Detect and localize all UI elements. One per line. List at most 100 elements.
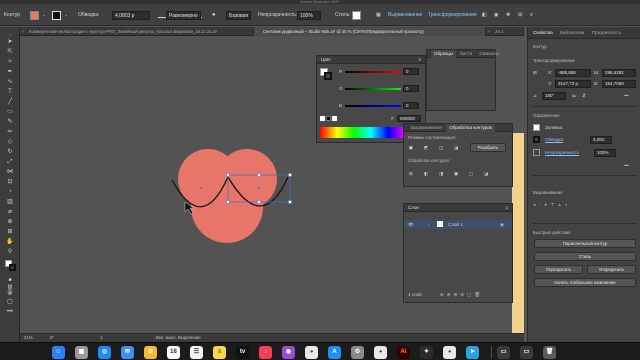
tab-symbols[interactable]: Символы: [476, 50, 501, 58]
shape-builder-icon[interactable]: ◔: [6, 189, 14, 196]
rectangle-tool-icon[interactable]: ▭: [6, 109, 14, 116]
angle-field[interactable]: 180°: [542, 92, 566, 100]
divide-icon[interactable]: ⊞: [409, 171, 413, 177]
paintbrush-tool-icon[interactable]: ✎: [6, 119, 14, 126]
selection-tool-icon[interactable]: ➤: [6, 39, 14, 46]
y-field[interactable]: 3147,73 р: [555, 80, 591, 88]
unite-icon[interactable]: ◼: [409, 145, 413, 151]
intersect-icon[interactable]: ◫: [439, 145, 443, 151]
panel-collapse-icon[interactable]: »: [6, 31, 14, 38]
chrome-icon[interactable]: ◕: [305, 346, 318, 359]
panel-menu-icon[interactable]: ≡: [505, 204, 508, 212]
mail-icon[interactable]: ✉: [121, 346, 134, 359]
tab-document-3[interactable]: × 24.1: [486, 27, 524, 36]
offset-path-button[interactable]: Параллельный контур: [534, 239, 636, 248]
expand-button[interactable]: Разобрать: [470, 143, 506, 152]
fill-swatch-icon[interactable]: [533, 124, 540, 131]
layers-footer-icons[interactable]: ⊕⊗⊞⊕▢🗑: [440, 292, 483, 298]
podcasts-icon[interactable]: ◉: [282, 346, 295, 359]
fill-dropdown-icon[interactable]: ⌄: [42, 11, 46, 20]
layer-name[interactable]: Слой 1: [448, 222, 463, 227]
selection-handle[interactable]: [226, 173, 230, 177]
blend-tool-icon[interactable]: ⊕: [6, 219, 14, 226]
transform-link[interactable]: Трансформирование: [428, 11, 477, 20]
calendar-icon[interactable]: 18: [167, 346, 180, 359]
align-grid-icon[interactable]: ▦: [376, 11, 381, 20]
stroke-dropdown-icon[interactable]: ⌄: [64, 11, 68, 20]
tab-properties[interactable]: Свойства: [533, 30, 553, 35]
telegram-icon[interactable]: ➤: [466, 346, 479, 359]
w-field[interactable]: 296,5282: [602, 69, 636, 77]
direct-selection-icon[interactable]: ⇱: [6, 49, 14, 56]
hex-field[interactable]: 000000: [397, 115, 421, 122]
stroke-color-icon[interactable]: [9, 264, 16, 271]
fill-label[interactable]: Заливка: [545, 125, 562, 130]
pencil-tool-icon[interactable]: ✏: [6, 129, 14, 136]
channel-r-field[interactable]: 0: [403, 68, 419, 75]
channel-b-slider[interactable]: [345, 105, 401, 107]
channel-g-field[interactable]: 0: [403, 85, 419, 92]
free-transform-icon[interactable]: ⊡: [6, 179, 14, 186]
screen-mode-icon[interactable]: ▢: [6, 299, 14, 306]
safari-icon[interactable]: ◎: [98, 346, 111, 359]
more-options-icon[interactable]: •••: [624, 93, 629, 98]
tab-libraries[interactable]: Библиотеки: [560, 30, 584, 35]
target-icon[interactable]: ◉: [500, 222, 504, 228]
anchor-point[interactable]: [200, 187, 202, 189]
tab-document-2[interactable]: × Снеговик дедвалный – Studio Mak.ai* @ …: [254, 27, 486, 36]
minus-front-icon[interactable]: ◩: [424, 145, 428, 151]
merge-icon[interactable]: ◨: [439, 171, 443, 177]
window-icon[interactable]: ▭: [520, 346, 533, 359]
figma-icon[interactable]: ✦: [420, 346, 433, 359]
stroke-color-chip[interactable]: [324, 72, 332, 80]
artboard-tool-icon[interactable]: ⊞: [6, 229, 14, 236]
h-field[interactable]: 154,7069: [602, 80, 636, 88]
stroke-swatch-icon[interactable]: [533, 136, 540, 143]
channel-g-slider[interactable]: [345, 88, 401, 90]
eyedropper-tool-icon[interactable]: ⌀: [6, 209, 14, 216]
document-icon[interactable]: ▭: [497, 346, 510, 359]
magic-wand-icon[interactable]: ✧: [6, 59, 14, 66]
stroke-swatch[interactable]: [52, 11, 61, 20]
opacity-field[interactable]: 100%: [594, 149, 616, 157]
scale-tool-icon[interactable]: ⤢: [6, 159, 14, 166]
line-tool-icon[interactable]: ╱: [6, 99, 14, 106]
flip-horizontal-icon[interactable]: ⇋: [572, 93, 576, 99]
expand-chevron-icon[interactable]: ›: [428, 222, 430, 227]
puppet-icon[interactable]: ✥: [506, 11, 510, 20]
layer-row[interactable]: 👁 › Слой 1 ◉: [404, 220, 512, 229]
layers-panel-header[interactable]: Слои ≡: [404, 204, 512, 212]
rotate-tool-icon[interactable]: ↻: [6, 149, 14, 156]
trim-icon[interactable]: ◧: [424, 171, 428, 177]
settings-icon[interactable]: ⚙: [351, 346, 364, 359]
channel-b-field[interactable]: 0: [403, 102, 419, 109]
black-swatch[interactable]: [326, 116, 331, 121]
more-tools-icon[interactable]: •••: [6, 309, 14, 316]
menu-icon[interactable]: ≡: [530, 11, 533, 20]
illustrator-icon[interactable]: Ai: [397, 346, 410, 359]
isolate-icon[interactable]: ◧: [482, 11, 487, 20]
selection-handle[interactable]: [257, 173, 261, 177]
chrome-2-icon[interactable]: ◕: [374, 346, 387, 359]
align-icons[interactable]: ⫷⫶⫸⊤⊥⊺: [533, 202, 571, 207]
close-icon[interactable]: ×: [488, 27, 490, 36]
pen-tool-icon[interactable]: ✒: [6, 69, 14, 76]
style-button[interactable]: Стиль: [534, 252, 636, 261]
tab-brushes[interactable]: Кисти: [457, 50, 475, 58]
color-panel-header[interactable]: Цвет ≡: [317, 56, 425, 64]
recolor-icon[interactable]: ◉: [494, 11, 498, 20]
arrange-button[interactable]: Упорядочить: [587, 265, 636, 274]
color-mode-icon[interactable]: ■ ▧ ⊘: [6, 277, 14, 297]
recolor-button[interactable]: Перекрасить: [534, 265, 583, 274]
gradient-tool-icon[interactable]: ▥: [6, 199, 14, 206]
draw-mode-icon[interactable]: ◎: [6, 289, 14, 296]
close-icon[interactable]: ×: [22, 27, 24, 36]
zoom-tool-icon[interactable]: ⚲: [6, 249, 14, 256]
tab-align[interactable]: Выравнивание: [408, 124, 445, 132]
music-icon[interactable]: ♪: [259, 346, 272, 359]
type-tool-icon[interactable]: T: [6, 89, 14, 96]
none-swatch[interactable]: [320, 116, 325, 121]
panel-menu-icon[interactable]: ≡: [418, 56, 421, 64]
reference-point-icon[interactable]: ⊞: [533, 70, 537, 76]
selection-handle[interactable]: [288, 173, 292, 177]
